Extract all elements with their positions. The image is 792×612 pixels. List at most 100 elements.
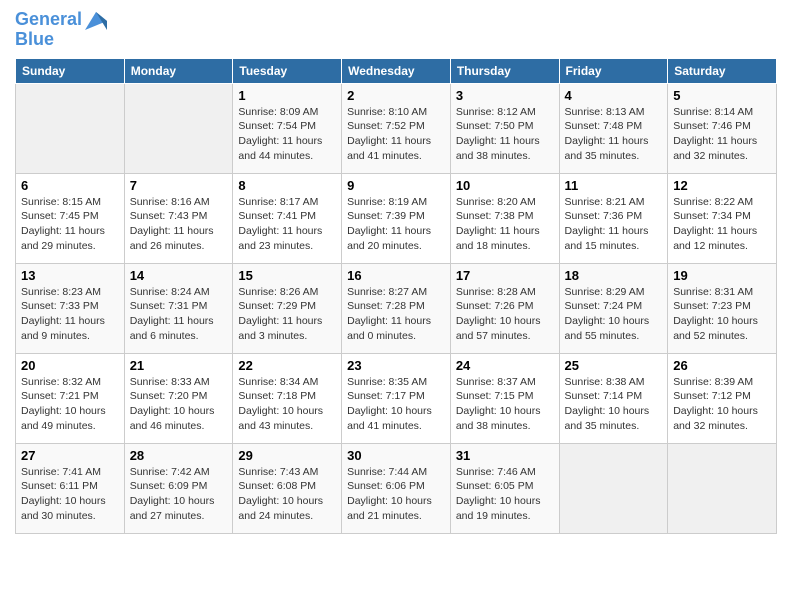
calendar-cell: 16 Sunrise: 8:27 AM Sunset: 7:28 PM Dayli… (342, 263, 451, 353)
calendar-cell: 4 Sunrise: 8:13 AM Sunset: 7:48 PM Daylig… (559, 83, 668, 173)
day-info: Sunrise: 8:15 AM Sunset: 7:45 PM Dayligh… (21, 195, 119, 254)
day-info: Sunrise: 8:21 AM Sunset: 7:36 PM Dayligh… (565, 195, 663, 254)
day-info: Sunrise: 8:35 AM Sunset: 7:17 PM Dayligh… (347, 375, 445, 434)
calendar-cell: 18 Sunrise: 8:29 AM Sunset: 7:24 PM Dayli… (559, 263, 668, 353)
day-number: 12 (673, 178, 771, 193)
day-number: 18 (565, 268, 663, 283)
day-info: Sunrise: 7:44 AM Sunset: 6:06 PM Dayligh… (347, 465, 445, 524)
day-info: Sunrise: 8:09 AM Sunset: 7:54 PM Dayligh… (238, 105, 336, 164)
day-info: Sunrise: 8:33 AM Sunset: 7:20 PM Dayligh… (130, 375, 228, 434)
day-info: Sunrise: 7:43 AM Sunset: 6:08 PM Dayligh… (238, 465, 336, 524)
day-info: Sunrise: 8:38 AM Sunset: 7:14 PM Dayligh… (565, 375, 663, 434)
calendar-week-row: 13Sunrise: 8:23 AM Sunset: 7:33 PM Dayli… (16, 263, 777, 353)
calendar-cell: 20 Sunrise: 8:32 AM Sunset: 7:21 PM Dayli… (16, 353, 125, 443)
calendar-container: General Blue SundayMondayTuesdayWednesda… (0, 0, 792, 544)
calendar-cell: 5Sunrise: 8:14 AM Sunset: 7:46 PM Daylig… (668, 83, 777, 173)
calendar-cell: 9Sunrise: 8:19 AM Sunset: 7:39 PM Daylig… (342, 173, 451, 263)
calendar-cell: 1 Sunrise: 8:09 AM Sunset: 7:54 PM Daylig… (233, 83, 342, 173)
logo-general: General (15, 9, 82, 29)
calendar-cell: 28Sunrise: 7:42 AM Sunset: 6:09 PM Dayli… (124, 443, 233, 533)
calendar-cell: 30 Sunrise: 7:44 AM Sunset: 6:06 PM Dayli… (342, 443, 451, 533)
logo-text: General (15, 10, 82, 30)
calendar-cell: 21Sunrise: 8:33 AM Sunset: 7:20 PM Dayli… (124, 353, 233, 443)
day-number: 7 (130, 178, 228, 193)
weekday-header-wednesday: Wednesday (342, 58, 451, 83)
day-info: Sunrise: 8:27 AM Sunset: 7:28 PM Dayligh… (347, 285, 445, 344)
day-number: 25 (565, 358, 663, 373)
logo: General Blue (15, 10, 107, 50)
day-info: Sunrise: 8:37 AM Sunset: 7:15 PM Dayligh… (456, 375, 554, 434)
day-number: 23 (347, 358, 445, 373)
day-number: 3 (456, 88, 554, 103)
day-info: Sunrise: 8:13 AM Sunset: 7:48 PM Dayligh… (565, 105, 663, 164)
day-number: 17 (456, 268, 554, 283)
day-number: 1 (238, 88, 336, 103)
day-number: 6 (21, 178, 119, 193)
calendar-cell: 11Sunrise: 8:21 AM Sunset: 7:36 PM Dayli… (559, 173, 668, 263)
day-number: 10 (456, 178, 554, 193)
day-info: Sunrise: 8:22 AM Sunset: 7:34 PM Dayligh… (673, 195, 771, 254)
day-info: Sunrise: 8:16 AM Sunset: 7:43 PM Dayligh… (130, 195, 228, 254)
calendar-cell: 12 Sunrise: 8:22 AM Sunset: 7:34 PM Dayli… (668, 173, 777, 263)
calendar-cell: 2 Sunrise: 8:10 AM Sunset: 7:52 PM Daylig… (342, 83, 451, 173)
day-info: Sunrise: 7:46 AM Sunset: 6:05 PM Dayligh… (456, 465, 554, 524)
calendar-cell: 13Sunrise: 8:23 AM Sunset: 7:33 PM Dayli… (16, 263, 125, 353)
day-number: 29 (238, 448, 336, 463)
day-info: Sunrise: 8:19 AM Sunset: 7:39 PM Dayligh… (347, 195, 445, 254)
day-number: 14 (130, 268, 228, 283)
day-number: 2 (347, 88, 445, 103)
day-number: 13 (21, 268, 119, 283)
day-info: Sunrise: 8:29 AM Sunset: 7:24 PM Dayligh… (565, 285, 663, 344)
day-info: Sunrise: 8:10 AM Sunset: 7:52 PM Dayligh… (347, 105, 445, 164)
day-info: Sunrise: 8:26 AM Sunset: 7:29 PM Dayligh… (238, 285, 336, 344)
calendar-cell: 3Sunrise: 8:12 AM Sunset: 7:50 PM Daylig… (450, 83, 559, 173)
calendar-cell: 10 Sunrise: 8:20 AM Sunset: 7:38 PM Dayli… (450, 173, 559, 263)
calendar-week-row: 6 Sunrise: 8:15 AM Sunset: 7:45 PM Daylig… (16, 173, 777, 263)
calendar-cell (559, 443, 668, 533)
day-number: 27 (21, 448, 119, 463)
day-info: Sunrise: 8:39 AM Sunset: 7:12 PM Dayligh… (673, 375, 771, 434)
calendar-cell: 6 Sunrise: 8:15 AM Sunset: 7:45 PM Daylig… (16, 173, 125, 263)
weekday-header-monday: Monday (124, 58, 233, 83)
calendar-cell: 26Sunrise: 8:39 AM Sunset: 7:12 PM Dayli… (668, 353, 777, 443)
day-number: 8 (238, 178, 336, 193)
logo-icon (85, 12, 107, 30)
day-number: 20 (21, 358, 119, 373)
logo-blue: Blue (15, 30, 107, 50)
day-number: 24 (456, 358, 554, 373)
day-number: 31 (456, 448, 554, 463)
calendar-week-row: 20 Sunrise: 8:32 AM Sunset: 7:21 PM Dayli… (16, 353, 777, 443)
day-number: 4 (565, 88, 663, 103)
day-info: Sunrise: 8:34 AM Sunset: 7:18 PM Dayligh… (238, 375, 336, 434)
calendar-cell: 22 Sunrise: 8:34 AM Sunset: 7:18 PM Dayli… (233, 353, 342, 443)
day-number: 15 (238, 268, 336, 283)
day-info: Sunrise: 7:42 AM Sunset: 6:09 PM Dayligh… (130, 465, 228, 524)
calendar-cell: 25 Sunrise: 8:38 AM Sunset: 7:14 PM Dayli… (559, 353, 668, 443)
day-info: Sunrise: 8:32 AM Sunset: 7:21 PM Dayligh… (21, 375, 119, 434)
day-info: Sunrise: 8:20 AM Sunset: 7:38 PM Dayligh… (456, 195, 554, 254)
calendar-cell (16, 83, 125, 173)
calendar-cell: 24 Sunrise: 8:37 AM Sunset: 7:15 PM Dayli… (450, 353, 559, 443)
calendar-cell (124, 83, 233, 173)
calendar-cell: 23 Sunrise: 8:35 AM Sunset: 7:17 PM Dayli… (342, 353, 451, 443)
calendar-cell: 15 Sunrise: 8:26 AM Sunset: 7:29 PM Dayli… (233, 263, 342, 353)
day-number: 22 (238, 358, 336, 373)
day-number: 30 (347, 448, 445, 463)
header: General Blue (15, 10, 777, 50)
weekday-header-row: SundayMondayTuesdayWednesdayThursdayFrid… (16, 58, 777, 83)
day-info: Sunrise: 8:31 AM Sunset: 7:23 PM Dayligh… (673, 285, 771, 344)
calendar-cell: 7 Sunrise: 8:16 AM Sunset: 7:43 PM Daylig… (124, 173, 233, 263)
weekday-header-friday: Friday (559, 58, 668, 83)
day-info: Sunrise: 8:28 AM Sunset: 7:26 PM Dayligh… (456, 285, 554, 344)
day-info: Sunrise: 8:14 AM Sunset: 7:46 PM Dayligh… (673, 105, 771, 164)
day-number: 16 (347, 268, 445, 283)
calendar-cell: 27 Sunrise: 7:41 AM Sunset: 6:11 PM Dayli… (16, 443, 125, 533)
calendar-cell: 31 Sunrise: 7:46 AM Sunset: 6:05 PM Dayli… (450, 443, 559, 533)
calendar-cell: 17 Sunrise: 8:28 AM Sunset: 7:26 PM Dayli… (450, 263, 559, 353)
day-info: Sunrise: 8:17 AM Sunset: 7:41 PM Dayligh… (238, 195, 336, 254)
calendar-cell (668, 443, 777, 533)
calendar-cell: 14 Sunrise: 8:24 AM Sunset: 7:31 PM Dayli… (124, 263, 233, 353)
calendar-cell: 29 Sunrise: 7:43 AM Sunset: 6:08 PM Dayli… (233, 443, 342, 533)
day-info: Sunrise: 8:24 AM Sunset: 7:31 PM Dayligh… (130, 285, 228, 344)
day-info: Sunrise: 7:41 AM Sunset: 6:11 PM Dayligh… (21, 465, 119, 524)
